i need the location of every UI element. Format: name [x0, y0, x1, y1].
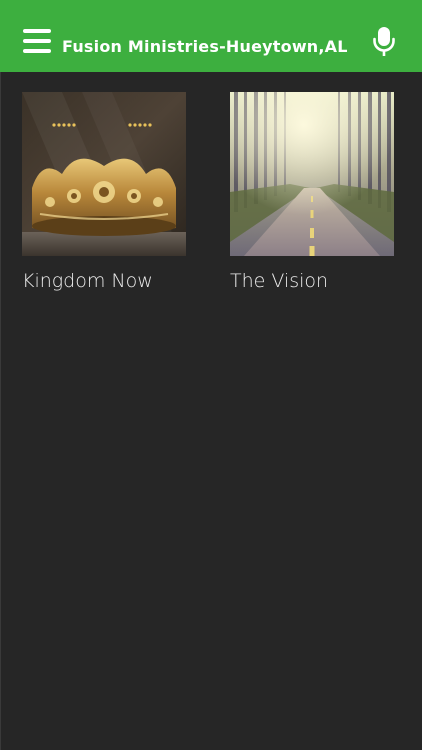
golden-crown-image: [22, 92, 186, 256]
hamburger-menu-icon[interactable]: [23, 29, 51, 53]
tile-label-the-vision: The Vision: [230, 270, 329, 292]
tile-label-kingdom-now: Kingdom Now: [22, 270, 153, 292]
app-title: Fusion Ministries-Hueytown,AL: [62, 37, 348, 56]
frame-edge: [0, 0, 1, 750]
sermon-series-the-vision[interactable]: The Vision: [230, 92, 394, 292]
microphone-icon[interactable]: [372, 26, 396, 58]
sermon-series-kingdom-now[interactable]: Kingdom Now: [22, 92, 186, 292]
forest-road-image: [230, 92, 394, 256]
top-app-bar: Fusion Ministries-Hueytown,AL: [0, 0, 422, 72]
